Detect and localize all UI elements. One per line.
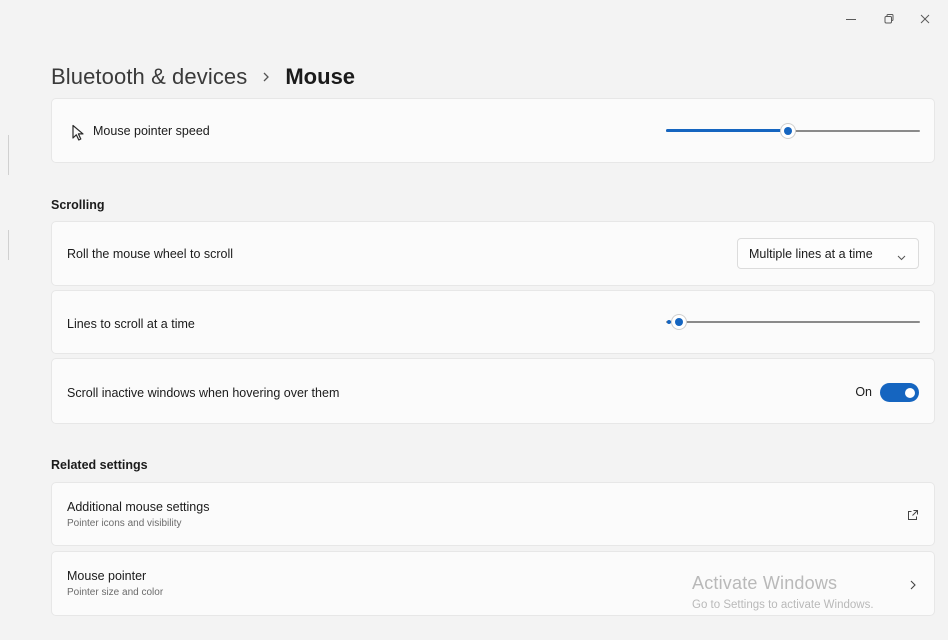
breadcrumb: Bluetooth & devices Mouse: [51, 60, 355, 94]
restore-button[interactable]: [874, 8, 904, 30]
minimize-icon: [846, 19, 856, 20]
slider-thumb[interactable]: [671, 315, 686, 329]
scrolling-section-title: Scrolling: [51, 198, 105, 212]
additional-mouse-settings-subtitle: Pointer icons and visibility: [67, 518, 182, 529]
breadcrumb-parent-link[interactable]: Bluetooth & devices: [51, 64, 247, 90]
toggle-state-label: On: [855, 385, 872, 399]
inactive-scroll-card: Scroll inactive windows when hovering ov…: [51, 358, 935, 424]
page-title: Mouse: [285, 64, 356, 89]
pointer-speed-card: Mouse pointer speed: [51, 98, 935, 163]
close-icon: [920, 14, 930, 24]
toggle-knob: [905, 387, 915, 398]
open-external-icon: [907, 508, 919, 526]
edge-mark: [8, 135, 9, 175]
mouse-pointer-title: Mouse pointer: [67, 569, 147, 583]
lines-scroll-label: Lines to scroll at a time: [67, 317, 195, 331]
inactive-scroll-toggle[interactable]: [880, 383, 919, 402]
inactive-scroll-label: Scroll inactive windows when hovering ov…: [67, 386, 340, 400]
additional-mouse-settings-title: Additional mouse settings: [67, 500, 210, 514]
slider-fill: [667, 319, 671, 324]
window-left-edge: [0, 0, 12, 640]
edge-mark: [8, 230, 9, 260]
mouse-pointer-subtitle: Pointer size and color: [67, 587, 164, 598]
wheel-scroll-label: Roll the mouse wheel to scroll: [67, 247, 234, 261]
wheel-scroll-dropdown[interactable]: Multiple lines at a time: [737, 238, 919, 269]
slider-track: [666, 321, 920, 323]
related-settings-title: Related settings: [51, 458, 148, 472]
pointer-speed-slider[interactable]: [666, 123, 920, 139]
lines-scroll-card: Lines to scroll at a time: [51, 290, 935, 354]
lines-scroll-slider[interactable]: [666, 314, 920, 330]
chevron-down-icon: [897, 250, 906, 264]
wheel-scroll-card: Roll the mouse wheel to scroll Multiple …: [51, 221, 935, 286]
close-button[interactable]: [910, 8, 940, 30]
chevron-right-icon: [261, 71, 271, 83]
chevron-right-icon: [909, 578, 917, 596]
slider-thumb[interactable]: [780, 124, 795, 138]
activation-watermark-message: Go to Settings to activate Windows.: [692, 599, 874, 611]
additional-mouse-settings-link[interactable]: Additional mouse settings Pointer icons …: [51, 482, 935, 546]
mouse-pointer-icon: [70, 124, 86, 147]
minimize-button[interactable]: [836, 8, 866, 30]
slider-fill: [666, 129, 788, 132]
dropdown-selected-value: Multiple lines at a time: [749, 246, 873, 261]
pointer-speed-label: Mouse pointer speed: [93, 124, 210, 138]
activation-watermark-title: Activate Windows: [692, 573, 838, 593]
restore-icon: [884, 14, 894, 24]
